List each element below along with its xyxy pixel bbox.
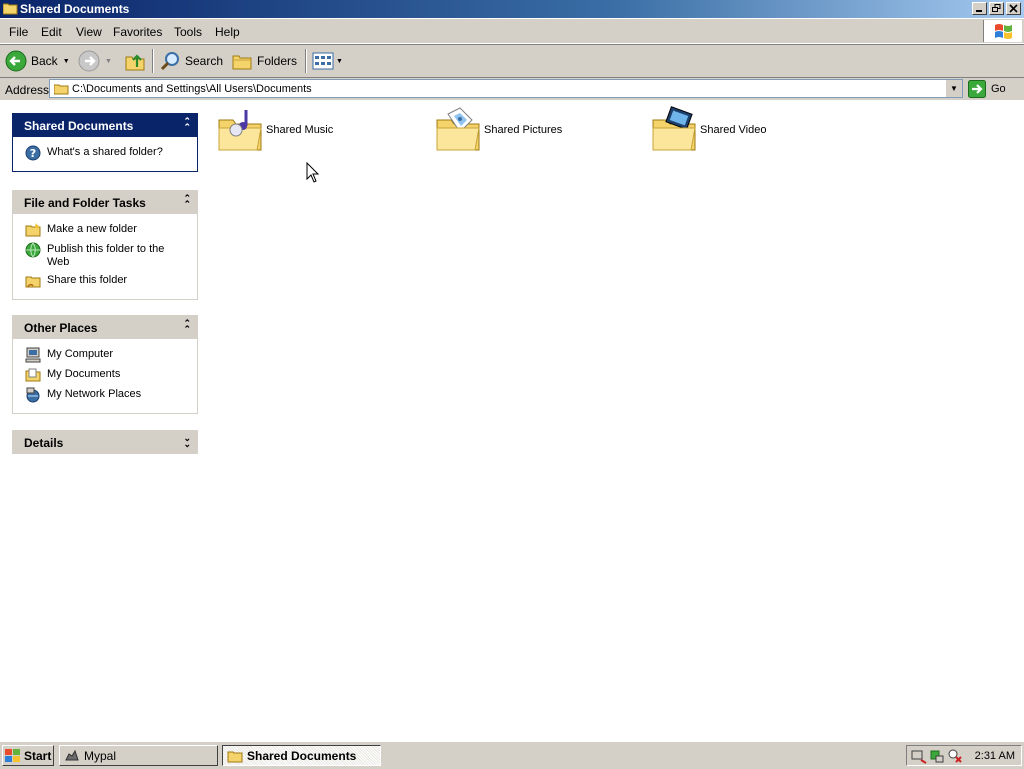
window-title: Shared Documents [20, 2, 130, 16]
collapse-icon[interactable]: ⌃ ⌃ [183, 117, 190, 132]
toolbar: Back ▼ ▼ Search Folders ▼ [0, 44, 1024, 78]
folder-icon [53, 83, 69, 98]
forward-arrow-icon [78, 50, 100, 72]
menu-help[interactable]: Help [215, 25, 240, 39]
menu-view[interactable]: View [76, 25, 102, 39]
tray-security-icon[interactable] [929, 748, 945, 764]
address-input[interactable]: C:\Documents and Settings\All Users\Docu… [49, 79, 963, 98]
folder-shared-video[interactable]: Shared Video [650, 106, 766, 154]
go-button[interactable]: Go [968, 79, 1006, 99]
collapse-icon[interactable]: ⌃ ⌃ [183, 319, 190, 334]
taskbar-item-shared-documents[interactable]: Shared Documents [222, 745, 381, 766]
address-path: C:\Documents and Settings\All Users\Docu… [72, 83, 312, 95]
publish-folder-web-link[interactable]: Publish this folder to the Web [13, 240, 197, 271]
folders-button[interactable]: Folders [231, 49, 297, 73]
shared-documents-panel: Shared Documents ⌃ ⌃ ? What's a shared fo… [12, 113, 198, 172]
my-network-places-link[interactable]: My Network Places [13, 385, 197, 405]
details-panel-header[interactable]: Details ⌄ ⌄ [12, 430, 198, 454]
mouse-cursor-icon [306, 162, 320, 183]
title-bar: Shared Documents [0, 0, 1024, 18]
go-label: Go [991, 83, 1006, 95]
svg-text:?: ? [30, 147, 36, 160]
search-button[interactable]: Search [159, 49, 223, 73]
up-folder-icon [125, 54, 145, 71]
folder-icon [227, 751, 243, 762]
folder-label: Shared Music [266, 124, 334, 136]
share-folder-icon [25, 276, 41, 288]
video-folder-icon [652, 106, 696, 151]
address-label: Address [5, 83, 50, 97]
expand-icon[interactable]: ⌄ ⌄ [183, 434, 190, 449]
details-panel: Details ⌄ ⌄ [12, 430, 198, 454]
start-button[interactable]: Start [2, 745, 54, 766]
menu-file[interactable]: File [9, 25, 28, 39]
views-button[interactable]: ▼ [312, 49, 343, 73]
folder-shared-pictures[interactable]: Shared Pictures [434, 106, 562, 154]
file-folder-tasks-panel: File and Folder Tasks ⌃ ⌃ Make a new fold… [12, 190, 198, 300]
my-computer-link[interactable]: My Computer [13, 345, 197, 365]
folder-label: Shared Video [700, 124, 767, 136]
taskbar-item-mypal[interactable]: Mypal [59, 745, 218, 766]
back-dropdown-icon[interactable]: ▼ [63, 58, 70, 65]
whats-a-shared-folder-link[interactable]: ? What's a shared folder? [13, 143, 197, 163]
restore-button[interactable] [989, 2, 1004, 15]
tray-connection-icon[interactable] [947, 748, 963, 764]
tray-network-icon[interactable] [911, 748, 927, 764]
forward-dropdown-icon[interactable]: ▼ [105, 58, 112, 65]
my-documents-link[interactable]: My Documents [13, 365, 197, 385]
explorer-content: Shared Documents ⌃ ⌃ ? What's a shared fo… [0, 100, 1024, 740]
other-places-panel-header[interactable]: Other Places ⌃ ⌃ [12, 315, 198, 339]
address-bar: Address C:\Documents and Settings\All Us… [0, 77, 1024, 100]
back-button[interactable]: Back ▼ [5, 49, 70, 73]
my-computer-icon [25, 347, 41, 363]
system-tray: 2:31 AM [906, 745, 1022, 766]
views-icon [312, 52, 334, 70]
mypal-browser-icon [65, 749, 79, 760]
address-dropdown-icon[interactable]: ▼ [945, 80, 962, 97]
menu-bar: File Edit View Favorites Tools Help [0, 19, 1024, 44]
up-folder-button[interactable] [124, 49, 146, 73]
taskbar: Start Mypal Shared Documents 2:31 AM [0, 741, 1024, 769]
views-dropdown-icon[interactable]: ▼ [336, 58, 343, 65]
file-folder-tasks-panel-header[interactable]: File and Folder Tasks ⌃ ⌃ [12, 190, 198, 214]
folder-icon [2, 2, 18, 18]
minimize-button[interactable] [972, 2, 987, 15]
clock[interactable]: 2:31 AM [975, 750, 1015, 762]
share-folder-link[interactable]: Share this folder [13, 271, 197, 291]
go-arrow-icon [968, 80, 986, 98]
menu-edit[interactable]: Edit [41, 25, 62, 39]
minimize-icon [976, 10, 982, 12]
make-new-folder-link[interactable]: Make a new folder [13, 220, 197, 240]
forward-button[interactable]: ▼ [78, 49, 112, 73]
back-arrow-icon [5, 50, 27, 72]
windows-logo [983, 20, 1022, 42]
new-folder-icon [25, 223, 41, 237]
menu-favorites[interactable]: Favorites [113, 25, 162, 39]
other-places-panel: Other Places ⌃ ⌃ My Computer My Documents [12, 315, 198, 414]
windows-flag-icon [5, 748, 20, 762]
close-icon [1009, 4, 1018, 13]
help-icon: ? [25, 145, 41, 161]
my-documents-icon [25, 368, 41, 382]
collapse-icon[interactable]: ⌃ ⌃ [183, 194, 190, 209]
search-icon [160, 52, 179, 71]
restore-icon [992, 4, 1001, 12]
globe-icon [25, 242, 41, 258]
folders-icon [232, 55, 252, 70]
menu-tools[interactable]: Tools [174, 25, 202, 39]
my-network-places-icon [26, 387, 40, 403]
folder-label: Shared Pictures [484, 124, 563, 136]
folder-shared-music[interactable]: Shared Music [216, 106, 333, 154]
shared-documents-panel-header[interactable]: Shared Documents ⌃ ⌃ [12, 113, 198, 137]
close-button[interactable] [1006, 2, 1021, 15]
music-folder-icon [218, 110, 262, 151]
pictures-folder-icon [436, 107, 480, 151]
